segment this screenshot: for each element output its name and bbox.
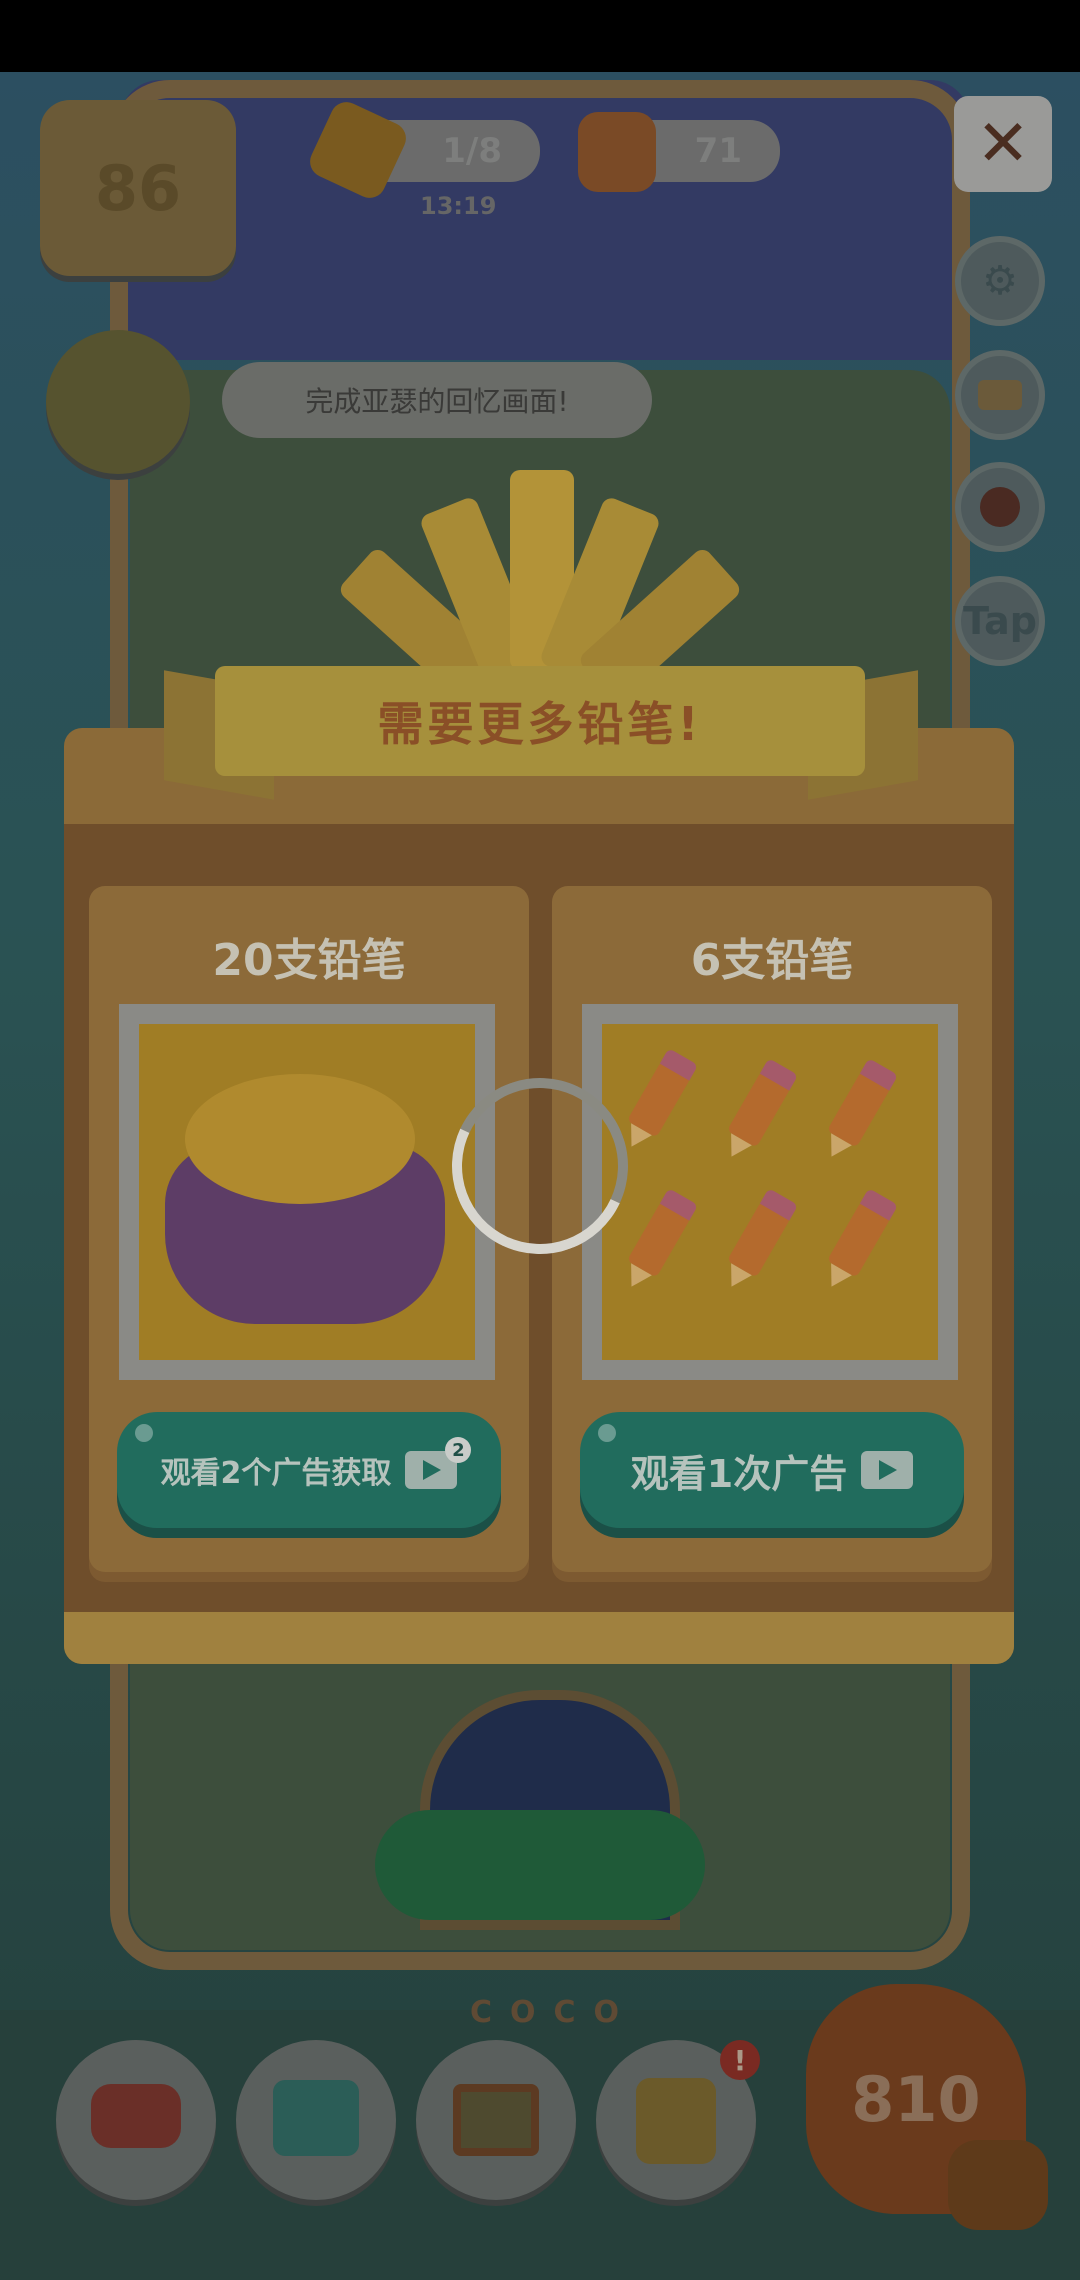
shop-sign: COCO: [470, 1995, 638, 2030]
offer-title: 6支铅笔: [690, 935, 854, 986]
gear-icon: ⚙: [982, 258, 1018, 304]
watch-1-ad-button[interactable]: 观看1次广告: [580, 1412, 964, 1528]
stamp-button[interactable]: [955, 462, 1045, 552]
dialog-bottom-strip: [64, 1612, 1014, 1664]
watch-2-ads-label: 观看2个广告获取: [160, 1456, 392, 1491]
pencil-count: 1/8: [442, 131, 502, 171]
ad-count-badge: 2: [445, 1437, 472, 1463]
offer-card-20-pencils: 20支铅笔 观看2个广告获取 2: [89, 886, 529, 1572]
close-button[interactable]: ✕: [954, 96, 1052, 192]
score-value: 810: [851, 2062, 981, 2136]
button-shine: [135, 1424, 153, 1442]
six-pencils-image: [602, 1024, 938, 1360]
dialog-title-banner: 需要更多铅笔!: [215, 666, 865, 776]
green-rug: [375, 1810, 705, 1920]
stamp-icon: [980, 487, 1020, 527]
gift-box-icon: [636, 2078, 716, 2164]
task-bubble: 完成亚瑟的回忆画面!: [222, 362, 652, 438]
offer-title: 20支铅笔: [212, 935, 406, 986]
paint-brush-button[interactable]: [955, 350, 1045, 440]
pencil-icon: [626, 1060, 692, 1138]
task-text: 完成亚瑟的回忆画面!: [305, 385, 569, 418]
offer-card-6-pencils: 6支铅笔 观看1次广告: [552, 886, 992, 1572]
offer-image-frame: [582, 1004, 958, 1380]
pencil-refill-timer: 13:19: [420, 192, 497, 220]
close-icon: ✕: [976, 107, 1030, 181]
video-play-icon: [861, 1451, 914, 1489]
button-shine: [598, 1424, 616, 1442]
coin-count: 71: [694, 131, 742, 171]
video-play-icon: 2: [405, 1437, 472, 1489]
tap-button[interactable]: Tap: [955, 576, 1045, 666]
album-button[interactable]: [236, 2040, 396, 2200]
cat-icon: [948, 2140, 1048, 2230]
pencil-fan-illustration: [300, 470, 780, 705]
notification-badge: !: [720, 2040, 760, 2080]
dialog-title: 需要更多铅笔!: [377, 697, 703, 751]
house-level-icon[interactable]: 86: [40, 100, 236, 276]
picture-frame-icon: [453, 2084, 539, 2156]
offer-image-frame: [119, 1004, 495, 1380]
pencil-icon: [726, 1200, 792, 1278]
coin-jar-icon: [578, 112, 656, 192]
settings-gear-button[interactable]: ⚙: [955, 236, 1045, 326]
pencil-bag-image: [139, 1024, 475, 1360]
pencil-pile: [185, 1074, 415, 1204]
watch-2-ads-button[interactable]: 观看2个广告获取 2: [117, 1412, 501, 1528]
furniture-button[interactable]: [56, 2040, 216, 2200]
pencil-icon: [826, 1070, 892, 1148]
pencil-icon: [826, 1200, 892, 1278]
watch-1-ad-label: 观看1次广告: [630, 1451, 848, 1496]
pencil-icon: [626, 1200, 692, 1278]
pencil-icon: [726, 1070, 792, 1148]
book-icon: [273, 2080, 359, 2156]
status-bar: [0, 0, 1080, 72]
house-level-value: 86: [94, 151, 182, 225]
brush-icon: [978, 380, 1022, 410]
gallery-button[interactable]: [416, 2040, 576, 2200]
armchair-icon: [91, 2084, 181, 2148]
memory-task-icon[interactable]: [46, 330, 190, 474]
tap-label: Tap: [963, 599, 1037, 643]
